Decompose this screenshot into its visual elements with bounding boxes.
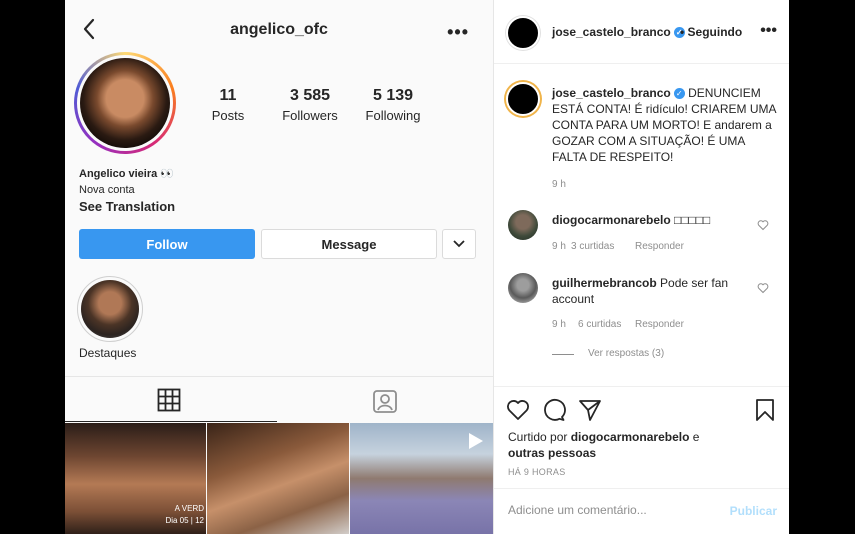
reply-link[interactable]: Responder xyxy=(635,319,684,330)
author-username-text: jose_castelo_branco xyxy=(552,25,671,39)
comment-time: 9 h xyxy=(552,319,566,330)
comment-input[interactable] xyxy=(508,503,708,517)
like-comment-heart-icon[interactable] xyxy=(757,282,769,294)
stat-followers-label: Followers xyxy=(282,108,338,123)
video-play-icon xyxy=(469,433,483,449)
author-avatar[interactable] xyxy=(506,16,540,50)
post-header: jose_castelo_branco ✓ • Seguindo ••• xyxy=(494,0,789,64)
story-highlight[interactable] xyxy=(77,276,143,342)
comment-username[interactable]: guilhermebrancob xyxy=(552,276,657,290)
publish-button[interactable]: Publicar xyxy=(730,504,777,518)
profile-panel: angelico_ofc ••• 11 Posts 3 585 Follower… xyxy=(65,0,493,534)
comment: guilhermebrancob Pode ser fan account xyxy=(552,275,752,307)
see-translation-link[interactable]: See Translation xyxy=(79,199,175,214)
caption-time: 9 h xyxy=(552,179,566,190)
caption-author[interactable]: jose_castelo_branco xyxy=(552,86,671,100)
highlight-photo xyxy=(81,280,139,338)
thumbnail-caption: A VERD Dia 05 | 12 xyxy=(165,504,204,525)
chevron-down-icon xyxy=(453,240,465,248)
stat-posts[interactable]: 11 Posts xyxy=(188,87,268,123)
verified-badge-icon: ✓ xyxy=(673,88,685,100)
following-label[interactable]: • Seguindo xyxy=(680,25,742,39)
comment-bar: Publicar xyxy=(494,488,789,534)
liked-by-user[interactable]: diogocarmonarebelo xyxy=(571,430,690,444)
comment-text: □□□□□ xyxy=(674,213,711,227)
bio-text: Nova conta xyxy=(79,184,135,196)
highlight-label: Destaques xyxy=(79,346,137,360)
more-options-icon[interactable]: ••• xyxy=(447,22,469,43)
author-username[interactable]: jose_castelo_branco ✓ xyxy=(552,25,685,39)
comment: diogocarmonarebelo □□□□□ xyxy=(552,212,752,228)
post-actions: Curtido por diogocarmonarebelo e outras … xyxy=(494,386,789,486)
liked-prefix: Curtido por xyxy=(508,430,568,444)
heart-icon[interactable] xyxy=(506,398,530,422)
post-thumbnail[interactable] xyxy=(350,423,493,534)
grid-icon[interactable] xyxy=(157,388,181,412)
stat-followers[interactable]: 3 585 Followers xyxy=(270,87,350,123)
reply-link[interactable]: Responder xyxy=(635,241,684,252)
stat-posts-count: 11 xyxy=(219,87,237,104)
post-caption: jose_castelo_branco ✓ DENUNCIEM ESTÁ CONT… xyxy=(552,85,778,165)
caption-author-avatar[interactable] xyxy=(506,82,540,116)
share-paper-plane-icon[interactable] xyxy=(578,398,602,422)
comment-username[interactable]: diogocarmonarebelo xyxy=(552,213,671,227)
active-tab-indicator xyxy=(65,421,277,422)
post-thumbnail[interactable]: A VERD Dia 05 | 12 xyxy=(65,423,206,534)
avatar-photo xyxy=(80,58,170,148)
bio-name: Angelico vieira 👀 xyxy=(79,168,175,180)
liked-others[interactable]: outras pessoas xyxy=(508,446,596,460)
post-thumbnail[interactable] xyxy=(207,423,349,534)
profile-tabs xyxy=(65,376,493,422)
suggestions-dropdown-button[interactable] xyxy=(442,229,476,259)
liked-by-summary: Curtido por diogocarmonarebelo e outras … xyxy=(508,429,768,461)
message-button[interactable]: Message xyxy=(261,229,437,259)
stat-followers-count: 3 585 xyxy=(289,87,331,104)
liked-suffix: e xyxy=(692,430,700,444)
comment-bubble-icon[interactable] xyxy=(542,398,566,422)
profile-avatar[interactable] xyxy=(74,52,176,154)
comment-time: 9 h xyxy=(552,241,566,252)
profile-username: angelico_ofc xyxy=(230,21,328,38)
bookmark-icon[interactable] xyxy=(753,398,777,422)
like-comment-heart-icon[interactable] xyxy=(757,219,769,231)
view-replies-link[interactable]: Ver respostas (3) xyxy=(588,348,664,359)
commenter-avatar[interactable] xyxy=(508,273,538,303)
stat-posts-label: Posts xyxy=(211,108,245,123)
more-options-icon[interactable]: ••• xyxy=(760,22,777,40)
comment-likes[interactable]: 3 curtidas xyxy=(571,241,614,252)
tagged-photos-icon[interactable] xyxy=(372,388,398,414)
stat-following[interactable]: 5 139 Following xyxy=(353,87,433,123)
replies-divider xyxy=(552,354,574,355)
post-detail-panel: jose_castelo_branco ✓ • Seguindo ••• jose… xyxy=(493,0,789,534)
stat-following-label: Following xyxy=(365,108,421,123)
comment-likes[interactable]: 6 curtidas xyxy=(578,319,621,330)
stat-following-count: 5 139 xyxy=(372,87,414,104)
follow-button[interactable]: Follow xyxy=(79,229,255,259)
post-timestamp: HÁ 9 HORAS xyxy=(508,467,566,477)
status-bar xyxy=(65,0,493,6)
commenter-avatar[interactable] xyxy=(508,210,538,240)
